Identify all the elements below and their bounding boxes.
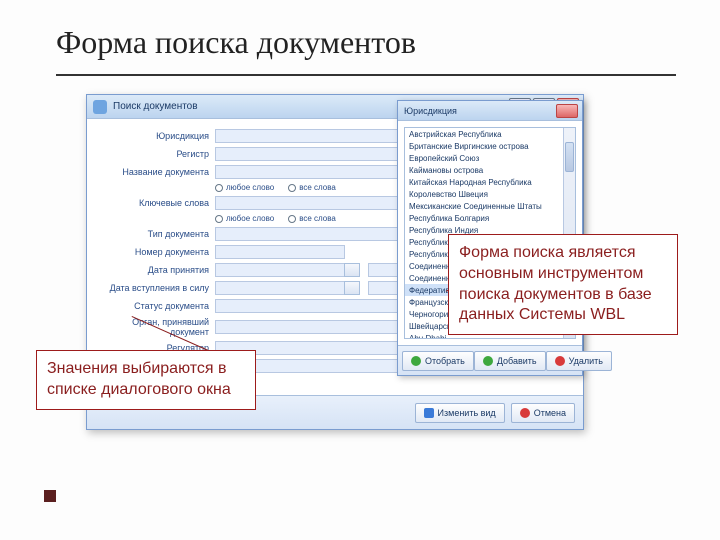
dialog-footer: Отобрать Добавить Удалить xyxy=(398,345,582,375)
select-button[interactable]: Отобрать xyxy=(402,351,474,371)
window-title-text: Поиск документов xyxy=(113,101,198,112)
picker-acceptdate-from[interactable] xyxy=(344,263,360,277)
list-item[interactable]: Британские Виргинские острова xyxy=(405,140,575,152)
cancel-icon xyxy=(520,408,530,418)
list-item[interactable]: Республика Болгария xyxy=(405,212,575,224)
label-forcedate: Дата вступления в силу xyxy=(97,283,215,293)
radio-any-2[interactable]: любое слово xyxy=(215,214,274,223)
input-docnumber[interactable] xyxy=(215,245,345,259)
callout-left: Значения выбираются в списке диалогового… xyxy=(36,350,256,410)
label-jurisdiction: Юрисдикция xyxy=(97,131,215,141)
cancel-button[interactable]: Отмена xyxy=(511,403,575,423)
radio-any[interactable]: любое слово xyxy=(215,183,274,192)
radio-all[interactable]: все слова xyxy=(288,183,336,192)
label-docname: Название документа xyxy=(97,167,215,177)
list-item[interactable]: Каймановы острова xyxy=(405,164,575,176)
list-item[interactable]: Европейский Союз xyxy=(405,152,575,164)
dialog-titlebar: Юрисдикция xyxy=(398,101,582,121)
check-icon xyxy=(411,356,421,366)
delete-button[interactable]: Удалить xyxy=(546,351,612,371)
list-item[interactable]: Мексиканские Соединенные Штаты xyxy=(405,200,575,212)
scrollbar-thumb[interactable] xyxy=(565,142,574,172)
input-acceptdate-from[interactable] xyxy=(215,263,345,277)
label-doctype: Тип документа xyxy=(97,229,215,239)
add-button[interactable]: Добавить xyxy=(474,351,546,371)
dialog-title-text: Юрисдикция xyxy=(404,106,457,116)
label-keywords: Ключевые слова xyxy=(97,198,215,208)
list-item[interactable]: Китайская Народная Республика xyxy=(405,176,575,188)
dialog-close-button[interactable] xyxy=(556,104,578,118)
changeview-button[interactable]: Изменить вид xyxy=(415,403,505,423)
minus-icon xyxy=(555,356,565,366)
input-forcedate-from[interactable] xyxy=(215,281,345,295)
gear-icon xyxy=(424,408,434,418)
label-docnumber: Номер документа xyxy=(97,247,215,257)
window-app-icon xyxy=(93,100,107,114)
plus-icon xyxy=(483,356,493,366)
slide-accent-square xyxy=(44,490,56,502)
radio-all-2[interactable]: все слова xyxy=(288,214,336,223)
label-docstatus: Статус документа xyxy=(97,301,215,311)
list-item[interactable]: Австрийская Республика xyxy=(405,128,575,140)
title-divider xyxy=(56,74,676,76)
picker-forcedate-from[interactable] xyxy=(344,281,360,295)
callout-right: Форма поиска является основным инструмен… xyxy=(448,234,678,335)
label-registry: Регистр xyxy=(97,149,215,159)
label-acceptdate: Дата принятия xyxy=(97,265,215,275)
list-item[interactable]: Королевство Швеция xyxy=(405,188,575,200)
slide-title: Форма поиска документов xyxy=(56,24,416,61)
